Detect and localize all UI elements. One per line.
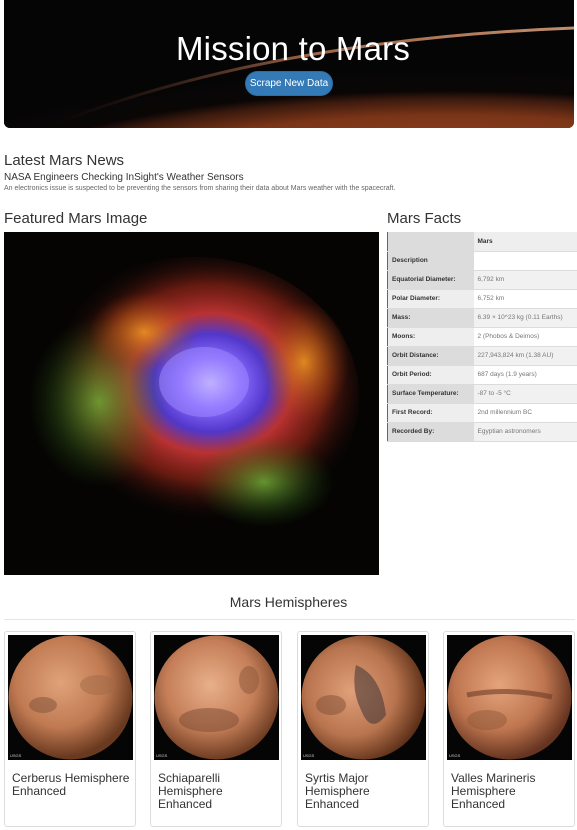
hemispheres-heading: Mars Hemispheres: [229, 594, 348, 610]
fact-value: 2nd millennium BC: [473, 403, 577, 423]
table-header-mars: Mars: [473, 232, 577, 252]
fact-label: Polar Diameter:: [387, 289, 474, 309]
jumbotron-banner: Mission to Mars Scrape New Data: [4, 0, 574, 128]
page-title: Mission to Mars: [175, 30, 411, 67]
fact-value: 227,943,824 km (1.38 AU): [473, 346, 577, 366]
news-title: NASA Engineers Checking InSight's Weathe…: [4, 172, 244, 183]
fact-value: 6,752 km: [473, 289, 577, 309]
hemisphere-card-cerberus[interactable]: USGS Cerberus Hemisphere Enhanced: [4, 631, 136, 827]
fact-label: First Record:: [387, 403, 474, 423]
usgs-logo: USGS: [303, 753, 315, 758]
table-row: Equatorial Diameter: 6,792 km: [387, 270, 577, 290]
fact-value: 6.39 × 10^23 kg (0.11 Earths): [473, 308, 577, 328]
mars-facts-table: Mars Description Equatorial Diameter: 6,7…: [387, 232, 577, 442]
facts-heading: Mars Facts: [387, 210, 462, 227]
news-teaser: An electronics issue is suspected to be …: [4, 185, 396, 192]
fact-label: Orbit Distance:: [387, 346, 474, 366]
hemisphere-card-schiaparelli[interactable]: USGS Schiaparelli Hemisphere Enhanced: [150, 631, 282, 827]
table-header-blank: [387, 232, 474, 252]
fact-label: Orbit Period:: [387, 365, 474, 385]
fact-value: 6,792 km: [473, 270, 577, 290]
table-index-blank: [473, 251, 577, 271]
table-index-row: Description: [387, 251, 577, 271]
news-heading: Latest Mars News: [4, 152, 125, 169]
table-row: Recorded By: Egyptian astronomers: [387, 422, 577, 442]
fact-value: -87 to -5 °C: [473, 384, 577, 404]
fact-label: Moons:: [387, 327, 474, 347]
fact-label: Recorded By:: [387, 422, 474, 442]
fact-value: 687 days (1.9 years): [473, 365, 577, 385]
hemisphere-image[interactable]: USGS: [301, 635, 426, 760]
usgs-logo: USGS: [449, 753, 461, 758]
usgs-logo: USGS: [156, 753, 168, 758]
hemisphere-card-valles-marineris[interactable]: USGS Valles Marineris Hemisphere Enhance…: [443, 631, 575, 827]
nebula-image: [4, 232, 379, 575]
hemisphere-title[interactable]: Schiaparelli Hemisphere Enhanced: [158, 772, 278, 811]
table-index-label: Description: [387, 251, 474, 271]
hemisphere-title[interactable]: Syrtis Major Hemisphere Enhanced: [305, 772, 425, 811]
section-divider: [4, 619, 575, 620]
scrape-new-data-button[interactable]: Scrape New Data: [245, 71, 333, 96]
table-row: Mass: 6.39 × 10^23 kg (0.11 Earths): [387, 308, 577, 328]
usgs-logo: USGS: [10, 753, 22, 758]
featured-image: [4, 232, 379, 575]
fact-value: 2 (Phobos & Deimos): [473, 327, 577, 347]
fact-value: Egyptian astronomers: [473, 422, 577, 442]
table-header-row: Mars: [387, 232, 577, 252]
table-row: Surface Temperature: -87 to -5 °C: [387, 384, 577, 404]
hemisphere-card-syrtis-major[interactable]: USGS Syrtis Major Hemisphere Enhanced: [297, 631, 429, 827]
hemisphere-image[interactable]: USGS: [154, 635, 279, 760]
fact-label: Mass:: [387, 308, 474, 328]
fact-label: Surface Temperature:: [387, 384, 474, 404]
fact-label: Equatorial Diameter:: [387, 270, 474, 290]
hemisphere-image[interactable]: USGS: [447, 635, 572, 760]
featured-image-heading: Featured Mars Image: [4, 210, 148, 227]
hemisphere-title[interactable]: Valles Marineris Hemisphere Enhanced: [451, 772, 571, 811]
table-row: Orbit Period: 687 days (1.9 years): [387, 365, 577, 385]
table-row: Polar Diameter: 6,752 km: [387, 289, 577, 309]
hemisphere-title[interactable]: Cerberus Hemisphere Enhanced: [12, 772, 132, 798]
table-row: First Record: 2nd millennium BC: [387, 403, 577, 423]
table-row: Moons: 2 (Phobos & Deimos): [387, 327, 577, 347]
hemisphere-image[interactable]: USGS: [8, 635, 133, 760]
table-row: Orbit Distance: 227,943,824 km (1.38 AU): [387, 346, 577, 366]
